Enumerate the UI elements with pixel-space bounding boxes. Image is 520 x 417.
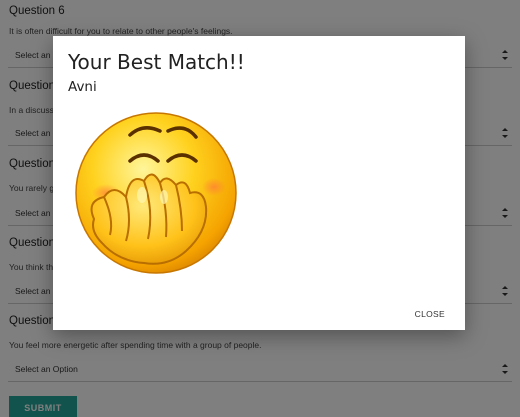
- close-button[interactable]: CLOSE: [415, 309, 445, 319]
- best-match-modal: Your Best Match!! Avni CLOSE: [53, 36, 465, 330]
- modal-title: Your Best Match!!: [68, 50, 245, 74]
- shy-laughing-emoji-icon: [68, 101, 243, 279]
- match-name: Avni: [68, 79, 97, 95]
